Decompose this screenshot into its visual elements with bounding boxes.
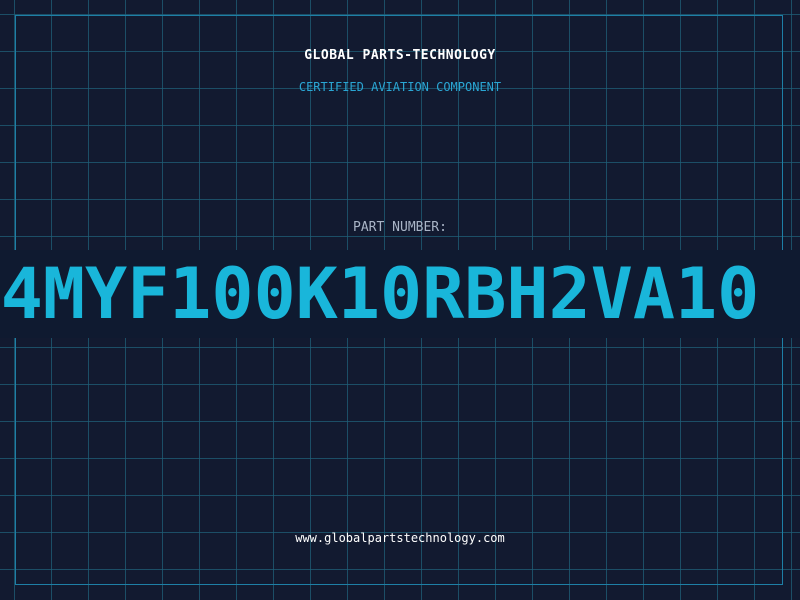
part-label-canvas: GLOBAL PARTS-TECHNOLOGY CERTIFIED AVIATI…: [0, 0, 800, 600]
company-name: GLOBAL PARTS-TECHNOLOGY: [304, 48, 496, 63]
part-number-text: 4MYF100K10RBH2VA10: [0, 253, 760, 335]
part-number-label: PART NUMBER:: [353, 220, 447, 235]
part-number-value: 4MYF100K10RBH2VA10: [0, 250, 800, 338]
certification-subtitle: CERTIFIED AVIATION COMPONENT: [298, 80, 502, 94]
website-url: www.globalpartstechnology.com: [295, 531, 505, 545]
